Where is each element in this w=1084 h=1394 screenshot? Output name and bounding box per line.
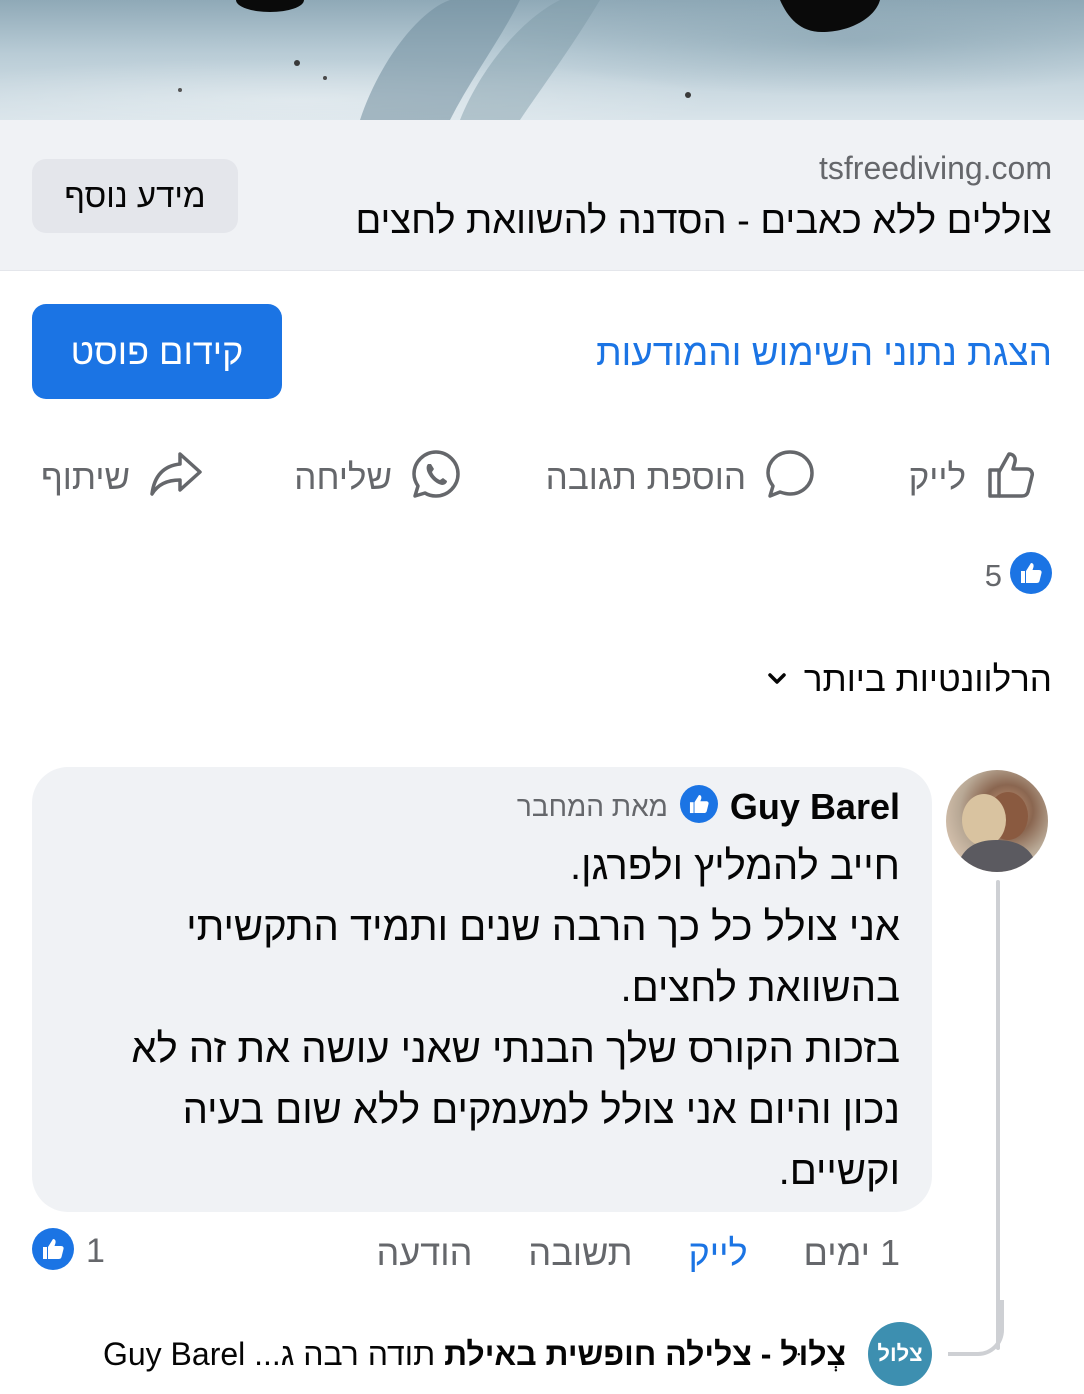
share-arrow-icon	[148, 448, 204, 509]
reaction-count: 5	[984, 557, 1002, 593]
share-action-label: שיתוף	[40, 458, 130, 497]
reply-mention: Guy Barel	[102, 1336, 246, 1372]
comment-text: חייב להמליץ ולפרגן. אני צולל כל כך הרבה …	[100, 836, 900, 1202]
comment-timestamp[interactable]: 1 ימים	[804, 1232, 900, 1274]
comment-line: בזכות הקורס שלך הבנתי שאני עושה את זה לא	[131, 1027, 900, 1071]
author-badge: מאת המחבר	[516, 790, 668, 822]
send-whatsapp-button[interactable]: שליחה	[294, 446, 462, 510]
comment-header: Guy Barel מאת המחבר	[517, 785, 900, 828]
more-info-button[interactable]: מידע נוסף	[32, 159, 238, 233]
post-image-shapes	[178, 0, 880, 120]
link-domain: tsfreediving.com	[819, 150, 1052, 186]
comment-bubble-icon	[764, 448, 816, 509]
comment-reaction-summary[interactable]: 1	[32, 1228, 105, 1275]
comment-action-label: הוספת תגובה	[545, 458, 746, 497]
comment-line: בהשוואת לחצים.	[620, 966, 900, 1010]
comment-line: חייב להמליץ ולפרגן.	[570, 844, 900, 888]
reply-page-name: צְלוּל - צלילה חופשית באילת	[444, 1336, 846, 1372]
comment-sort-dropdown[interactable]: הרלוונטיות ביותר	[766, 660, 1052, 700]
comment-message-button[interactable]: הודעה	[377, 1232, 473, 1274]
share-action-button[interactable]: שיתוף	[41, 446, 204, 510]
thread-connector	[948, 1300, 1004, 1356]
avatar-photo	[956, 792, 1038, 872]
chevron-down-icon	[766, 667, 788, 694]
like-action-button[interactable]: לייק	[909, 446, 1036, 510]
verified-badge-icon	[679, 785, 718, 828]
reply-preview[interactable]: צְלוּל - צלילה חופשית באילת תודה רבה ג..…	[103, 1336, 846, 1373]
comment-line: נכון והיום אני צולל למעמקים ללא שום בעיה	[182, 1088, 900, 1132]
comment-reaction-count: 1	[86, 1232, 105, 1270]
thumbs-up-icon	[984, 448, 1036, 509]
comment-author-name[interactable]: Guy Barel	[730, 786, 900, 828]
like-action-label: לייק	[908, 458, 966, 497]
send-action-label: שליחה	[294, 458, 392, 497]
link-preview[interactable]: tsfreediving.com צוללים ללא כאבים - הסדנ…	[0, 120, 1084, 271]
post-image[interactable]	[0, 0, 1084, 120]
view-insights-link[interactable]: הצגת נתוני השימוש והמודעות	[596, 332, 1052, 374]
boost-post-button[interactable]: קידום פוסט	[32, 304, 282, 399]
reply-page-logo: צלול	[877, 1341, 923, 1366]
comment-line: וקשיים.	[778, 1149, 900, 1193]
reply-snippet: תודה רבה ג...	[254, 1336, 436, 1372]
link-title: צוללים ללא כאבים - הסדנה להשוואת לחצים	[355, 200, 1053, 242]
comment-reply-button[interactable]: תשובה	[528, 1232, 632, 1274]
comment-like-button[interactable]: לייק	[689, 1232, 748, 1274]
sort-label: הרלוונטיות ביותר	[803, 660, 1052, 699]
thread-line	[996, 880, 1000, 1350]
like-reaction-icon	[1010, 552, 1052, 599]
comment-meta: 1 ימים לייק תשובה הודעה	[377, 1232, 901, 1274]
like-reaction-icon	[32, 1228, 74, 1275]
reply-page-avatar[interactable]: צלול	[868, 1322, 932, 1386]
whatsapp-icon	[410, 448, 462, 509]
avatar[interactable]	[946, 770, 1048, 872]
comment-action-button[interactable]: הוספת תגובה	[546, 446, 816, 510]
reaction-summary[interactable]: 5	[985, 552, 1052, 599]
comment-line: אני צולל כל כך הרבה שנים ותמיד התקשיתי	[186, 905, 900, 949]
